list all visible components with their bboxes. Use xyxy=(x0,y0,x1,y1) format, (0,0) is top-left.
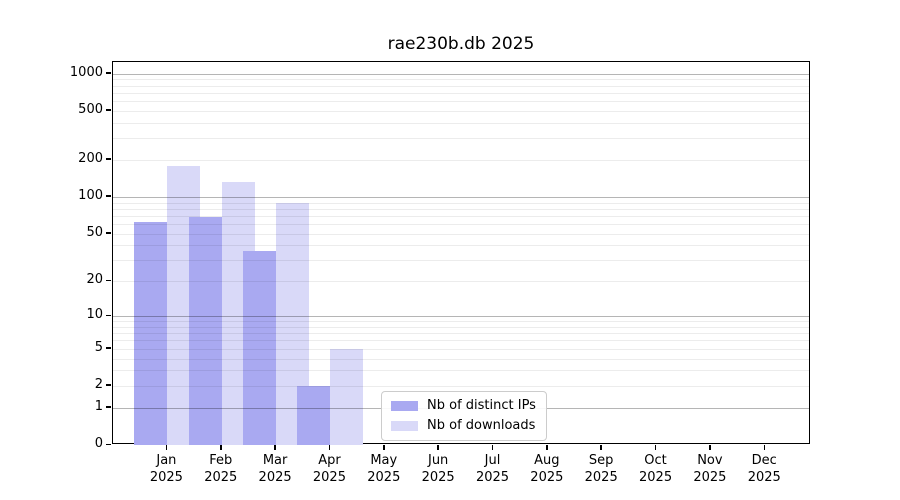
major-gridline xyxy=(113,316,809,318)
y-tick-mark xyxy=(106,279,111,282)
minor-gridline xyxy=(113,159,809,161)
minor-gridline xyxy=(113,110,809,112)
major-gridline xyxy=(113,73,809,75)
x-tick-mark xyxy=(383,445,385,450)
major-gridline xyxy=(113,196,809,198)
figure: rae230b.db 2025 Nb of distinct IPs Nb of … xyxy=(0,0,900,500)
minor-gridline xyxy=(113,92,809,94)
plot-area: Nb of distinct IPs Nb of downloads xyxy=(112,61,810,445)
legend-row: Nb of downloads xyxy=(391,417,536,434)
minor-gridline xyxy=(113,215,809,217)
y-tick-mark xyxy=(106,195,111,197)
bar-distinct-ips-apr xyxy=(297,385,331,445)
distinct-ips-swatch-icon xyxy=(391,400,418,411)
y-tick-label: 20 xyxy=(86,272,103,288)
minor-gridline xyxy=(113,358,809,360)
minor-gridline xyxy=(113,138,809,140)
y-tick-label: 50 xyxy=(86,224,103,240)
x-tick-mark xyxy=(491,445,494,450)
y-tick-label: 2 xyxy=(94,376,103,392)
y-tick-mark xyxy=(106,347,111,349)
minor-gridline xyxy=(113,340,809,342)
minor-gridline xyxy=(113,224,809,226)
y-tick-label: 500 xyxy=(78,101,103,117)
minor-gridline xyxy=(113,333,809,335)
x-tick-mark xyxy=(709,445,711,450)
y-tick-label: 1000 xyxy=(69,64,103,80)
minor-gridline xyxy=(113,202,809,204)
x-tick-mark xyxy=(220,445,222,450)
legend-label: Nb of distinct IPs xyxy=(427,398,536,413)
y-tick-mark xyxy=(106,443,111,445)
minor-gridline xyxy=(113,245,809,247)
minor-gridline xyxy=(113,233,809,235)
y-tick-mark xyxy=(106,232,111,234)
y-tick-mark xyxy=(106,72,111,74)
x-tick-mark xyxy=(654,445,657,450)
minor-gridline xyxy=(113,101,809,103)
y-tick-label: 100 xyxy=(78,187,103,203)
legend-label: Nb of downloads xyxy=(427,418,536,433)
minor-gridline xyxy=(113,208,809,210)
minor-gridline xyxy=(113,326,809,328)
minor-gridline xyxy=(113,122,809,124)
y-tick-mark xyxy=(106,314,111,317)
x-tick-year: 2025 xyxy=(747,470,781,485)
x-tick-mark xyxy=(328,445,331,450)
minor-gridline xyxy=(113,260,809,262)
x-tick-mark xyxy=(165,445,168,450)
y-tick-label: 5 xyxy=(94,339,103,355)
y-tick-mark xyxy=(106,406,111,408)
y-tick-mark xyxy=(106,109,111,111)
x-tick-label: Dec 2025 xyxy=(732,452,796,486)
minor-gridline xyxy=(113,370,809,372)
y-tick-label: 1 xyxy=(94,398,103,414)
y-tick-label: 0 xyxy=(94,436,103,451)
minor-gridline xyxy=(113,281,809,283)
y-tick-mark xyxy=(106,158,111,160)
y-tick-label: 10 xyxy=(86,307,103,323)
x-tick-mark xyxy=(600,445,602,450)
minor-gridline xyxy=(113,348,809,350)
y-tick-label: 200 xyxy=(78,150,103,166)
x-tick-mark xyxy=(274,445,276,450)
chart-title: rae230b.db 2025 xyxy=(387,34,535,54)
minor-gridline xyxy=(113,385,809,387)
bar-downloads-apr xyxy=(330,348,364,445)
legend-row: Nb of distinct IPs xyxy=(391,397,536,414)
x-tick-mark xyxy=(546,445,548,450)
minor-gridline xyxy=(113,79,809,81)
minor-gridline xyxy=(113,321,809,323)
x-tick-mark xyxy=(763,445,765,450)
y-tick-mark xyxy=(106,384,111,386)
bar-distinct-ips-feb xyxy=(188,217,222,445)
downloads-swatch-icon xyxy=(391,420,418,431)
x-tick-month: Dec xyxy=(751,453,777,468)
legend: Nb of distinct IPs Nb of downloads xyxy=(381,391,547,441)
minor-gridline xyxy=(113,85,809,87)
x-tick-mark xyxy=(437,445,439,450)
